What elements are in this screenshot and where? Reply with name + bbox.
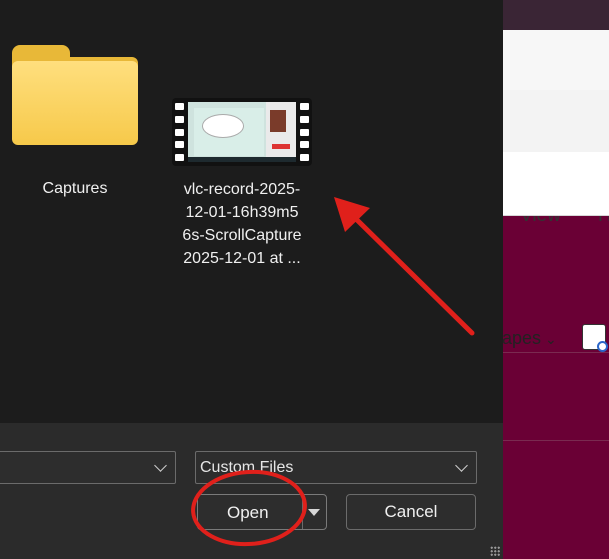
- open-options-dropdown-icon[interactable]: [308, 509, 320, 516]
- file-item-label: Captures: [42, 180, 108, 197]
- background-app-window: View H apes⌄: [500, 0, 609, 559]
- file-name-line: vlc-record-2025-: [183, 181, 301, 198]
- shapes-dropdown[interactable]: apes ⌄: [502, 328, 557, 349]
- shapes-label: apes: [502, 328, 542, 348]
- chevron-down-icon: [154, 459, 167, 472]
- video-thumbnail-icon: [172, 98, 312, 166]
- split-divider: [302, 495, 303, 529]
- magnifier-icon: [597, 341, 608, 352]
- file-name-line: 2025-12-01 at ...: [183, 250, 301, 267]
- chevron-down-icon: ⌄: [545, 331, 557, 347]
- cancel-button-label: Cancel: [384, 502, 438, 521]
- background-ribbon-tabs: View H: [500, 90, 609, 226]
- open-button[interactable]: Open: [197, 494, 327, 530]
- background-divider: [500, 352, 609, 353]
- background-ribbon: apes ⌄: [500, 152, 609, 352]
- file-name-combobox[interactable]: [0, 451, 176, 484]
- file-type-select[interactable]: Custom Files: [195, 451, 477, 484]
- folder-icon: [12, 45, 138, 145]
- cancel-button[interactable]: Cancel: [346, 494, 476, 530]
- screen: View H apes⌄ Captures: [0, 0, 609, 559]
- file-item-captures[interactable]: Captures: [10, 45, 140, 200]
- file-item-label: vlc-record-2025- 12-01-16h39m5 6s-Scroll…: [168, 178, 316, 270]
- resize-grip-icon[interactable]: [490, 546, 500, 556]
- chevron-down-icon: [455, 459, 468, 472]
- file-name-line: 12-01-16h39m5: [185, 204, 299, 221]
- background-titlebar: [500, 0, 609, 30]
- file-open-dialog: Captures vlc-record-2025- 12-01-16h39m5: [0, 0, 503, 559]
- dialog-footer: Custom Files Open Cancel: [0, 423, 503, 559]
- file-list: Captures vlc-record-2025- 12-01-16h39m5: [0, 0, 503, 423]
- background-toolbar: [500, 30, 609, 90]
- background-divider: [500, 440, 609, 441]
- open-button-label: Open: [227, 503, 269, 522]
- image-search-icon[interactable]: [582, 324, 608, 352]
- file-item-video[interactable]: vlc-record-2025- 12-01-16h39m5 6s-Scroll…: [168, 98, 316, 270]
- file-name-line: 6s-ScrollCapture: [182, 227, 302, 244]
- file-type-value: Custom Files: [200, 459, 294, 476]
